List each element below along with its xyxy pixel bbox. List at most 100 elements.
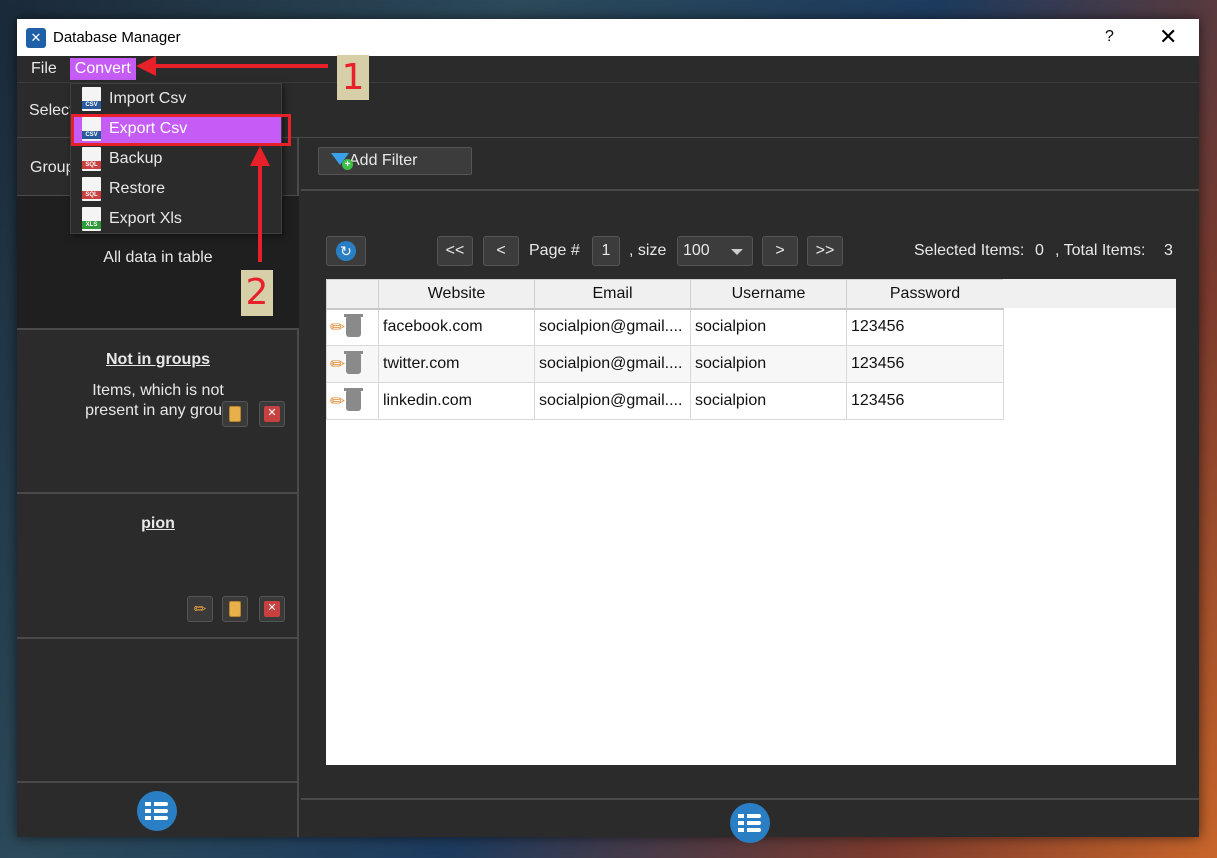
copy-group-button[interactable]: [222, 596, 248, 622]
data-panel: + Add Filter ↻ << < Page # 1 , size 100 …: [301, 138, 1199, 843]
edit-group-button[interactable]: ✏: [187, 596, 213, 622]
total-items-count: 3: [1164, 242, 1173, 259]
plus-icon: +: [342, 159, 353, 170]
table-header-row: Website Email Username Password: [326, 279, 1004, 310]
edit-row-icon[interactable]: ✏: [330, 391, 345, 412]
menu-convert[interactable]: Convert: [69, 58, 136, 80]
help-button[interactable]: ?: [1105, 28, 1114, 46]
cell-username[interactable]: socialpion: [690, 382, 847, 420]
row-actions: ✏: [326, 308, 379, 346]
delete-icon: ✕: [264, 601, 280, 617]
right-footer: [301, 798, 1199, 843]
groups-menu-button[interactable]: [137, 791, 177, 831]
prev-page-button[interactable]: <: [483, 236, 519, 266]
next-page-button[interactable]: >: [762, 236, 798, 266]
refresh-button[interactable]: ↻: [326, 236, 366, 266]
size-label: , size: [629, 242, 667, 259]
pagination-bar: ↻ << < Page # 1 , size 100 > >> Selected…: [301, 218, 1199, 266]
not-in-groups-title: Not in groups: [106, 351, 210, 368]
group-card-not-in-groups[interactable]: Not in groups Items, which is not presen…: [17, 330, 299, 494]
not-in-groups-desc-line1: Items, which is not: [92, 382, 224, 399]
list-icon-line: [145, 816, 168, 820]
sql-badge: SQL: [82, 161, 101, 169]
sql-file-icon: SQL: [82, 177, 101, 201]
menu-item-export-xls[interactable]: XLS Export Xls: [71, 204, 281, 234]
selected-items-count: 0: [1035, 242, 1044, 259]
group-card-pion[interactable]: pion ✏ ✕: [17, 494, 299, 639]
select-label: Select: [29, 102, 74, 119]
menu-file[interactable]: File: [26, 58, 62, 80]
cell-website[interactable]: linkedin.com: [378, 382, 535, 420]
cell-website[interactable]: facebook.com: [378, 308, 535, 346]
cell-email[interactable]: socialpion@gmail....: [534, 308, 691, 346]
cell-password[interactable]: 123456: [846, 345, 1004, 383]
delete-row-icon[interactable]: [344, 314, 364, 338]
column-header-username[interactable]: Username: [690, 279, 847, 310]
add-filter-label: Add Filter: [349, 152, 418, 169]
convert-dropdown-menu: CSV Import Csv CSV Export Csv SQL Backup…: [70, 83, 282, 234]
delete-row-icon[interactable]: [344, 388, 364, 411]
row-actions: ✏: [326, 382, 379, 420]
clipboard-icon: [229, 601, 241, 617]
list-icon-line: [145, 809, 168, 813]
app-logo-icon: ✕: [26, 27, 46, 48]
table-menu-button[interactable]: [730, 803, 770, 843]
chevron-down-icon: [731, 249, 743, 255]
step-1-label: 1: [337, 55, 369, 100]
data-table-container: Website Email Username Password ✏ facebo…: [326, 279, 1176, 765]
clipboard-icon: [229, 406, 241, 422]
menu-item-import-csv[interactable]: CSV Import Csv: [71, 84, 281, 114]
first-page-button[interactable]: <<: [437, 236, 473, 266]
column-header-website[interactable]: Website: [378, 279, 535, 310]
list-icon-line: [738, 828, 761, 832]
list-icon: [145, 802, 168, 806]
page-label: Page #: [529, 242, 580, 259]
table-row[interactable]: ✏ twitter.com socialpion@gmail.... socia…: [326, 345, 1004, 383]
step-2-label: 2: [241, 270, 273, 316]
xls-badge: XLS: [82, 221, 101, 229]
cell-password[interactable]: 123456: [846, 308, 1004, 346]
column-header-email[interactable]: Email: [534, 279, 691, 310]
row-actions: ✏: [326, 345, 379, 383]
menu-item-backup[interactable]: SQL Backup: [71, 144, 281, 174]
sql-badge: SQL: [82, 191, 101, 199]
edit-row-icon[interactable]: ✏: [330, 354, 345, 375]
list-icon-line: [738, 821, 761, 825]
table-row[interactable]: ✏ facebook.com socialpion@gmail.... soci…: [326, 308, 1004, 346]
menu-item-restore[interactable]: SQL Restore: [71, 174, 281, 204]
last-page-button[interactable]: >>: [807, 236, 843, 266]
close-button[interactable]: ✕: [1159, 24, 1177, 50]
column-header-password[interactable]: Password: [846, 279, 1004, 310]
cell-email[interactable]: socialpion@gmail....: [534, 345, 691, 383]
pion-group-title: pion: [141, 515, 175, 532]
delete-icon: ✕: [264, 406, 280, 422]
csv-file-icon: CSV: [82, 87, 101, 111]
import-csv-label: Import Csv: [109, 90, 187, 107]
delete-row-icon[interactable]: [344, 351, 364, 374]
delete-group-button[interactable]: ✕: [259, 401, 285, 427]
pencil-icon: ✏: [193, 601, 207, 618]
cell-username[interactable]: socialpion: [690, 308, 847, 346]
table-row[interactable]: ✏ linkedin.com socialpion@gmail.... soci…: [326, 382, 1004, 420]
refresh-icon: ↻: [336, 241, 356, 261]
cell-email[interactable]: socialpion@gmail....: [534, 382, 691, 420]
table-header-filler: [1003, 279, 1176, 308]
export-xls-label: Export Xls: [109, 210, 182, 227]
window-title: Database Manager: [53, 29, 181, 46]
edit-row-icon[interactable]: ✏: [330, 317, 345, 338]
cell-username[interactable]: socialpion: [690, 345, 847, 383]
sql-file-icon: SQL: [82, 147, 101, 171]
not-in-groups-desc-line2: present in any group: [85, 402, 231, 419]
copy-group-button[interactable]: [222, 401, 248, 427]
delete-group-button[interactable]: ✕: [259, 596, 285, 622]
group-label: Group: [30, 159, 75, 176]
page-number-input[interactable]: 1: [592, 236, 620, 266]
page-size-select[interactable]: 100: [677, 236, 753, 266]
csv-badge: CSV: [82, 101, 101, 109]
add-filter-button[interactable]: + Add Filter: [318, 147, 472, 175]
not-in-groups-description: Items, which is not present in any group: [17, 381, 299, 421]
selected-items-label: Selected Items:: [914, 242, 1025, 259]
page-size-value: 100: [683, 242, 710, 259]
cell-password[interactable]: 123456: [846, 382, 1004, 420]
cell-website[interactable]: twitter.com: [378, 345, 535, 383]
